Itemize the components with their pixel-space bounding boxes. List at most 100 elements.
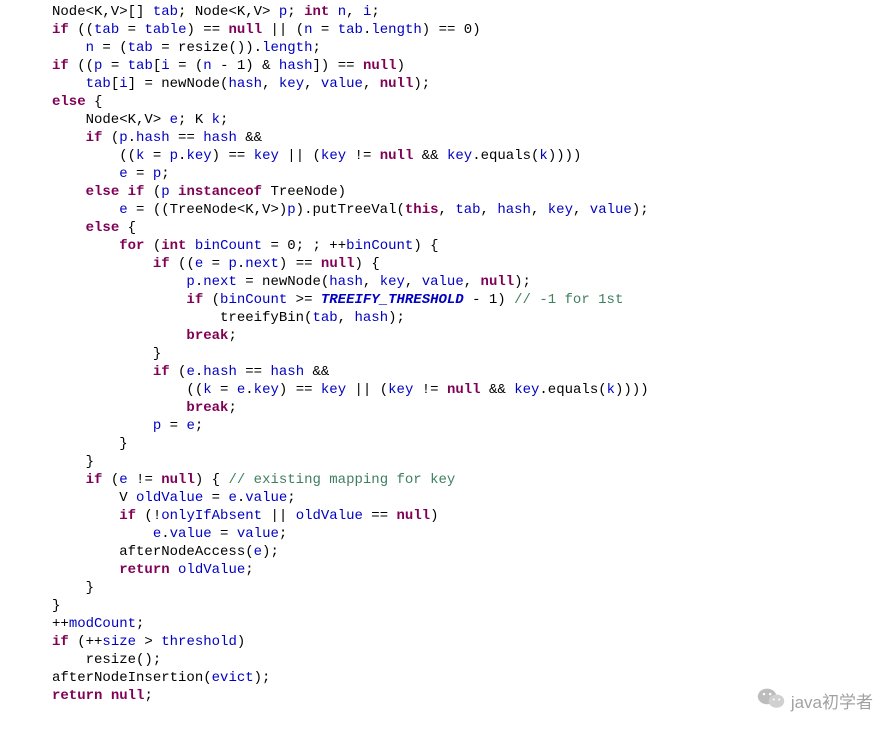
- code-token: p: [119, 130, 127, 146]
- code-token: n: [86, 40, 94, 56]
- code-token: !=: [413, 382, 447, 398]
- code-token: {: [86, 94, 103, 110]
- code-token: ) ==: [279, 382, 321, 398]
- code-token: ): [397, 58, 405, 74]
- code-token: p: [153, 166, 161, 182]
- code-token: key: [514, 382, 539, 398]
- code-token: ;: [161, 166, 169, 182]
- code-token: (: [102, 472, 119, 488]
- code-token: break: [186, 400, 228, 416]
- code-token: =: [161, 418, 186, 434]
- code-token: ) {: [195, 472, 229, 488]
- code-token: else if: [86, 184, 145, 200]
- code-token: ,: [439, 202, 456, 218]
- code-token: p: [161, 184, 169, 200]
- code-token: null: [363, 58, 397, 74]
- code-token: ): [237, 634, 245, 650]
- code-token: [52, 184, 86, 200]
- code-token: ,: [262, 76, 279, 92]
- code-token: null: [161, 472, 195, 488]
- code-token: (: [102, 130, 119, 146]
- code-token: =: [203, 490, 228, 506]
- code-token: &&: [237, 130, 262, 146]
- code-token: ; K: [178, 112, 212, 128]
- code-token: ;: [312, 40, 320, 56]
- code-token: p: [287, 202, 295, 218]
- code-token: if: [52, 22, 69, 38]
- code-token: )))): [548, 148, 582, 164]
- code-token: }: [52, 580, 94, 596]
- code-token: key: [380, 274, 405, 290]
- code-token: p: [153, 418, 161, 434]
- code-token: k: [203, 382, 211, 398]
- code-token: threshold: [161, 634, 237, 650]
- code-token: hash: [203, 130, 237, 146]
- code-token: tab: [312, 310, 337, 326]
- code-token: // existing mapping for key: [228, 472, 455, 488]
- code-token: .: [195, 364, 203, 380]
- code-token: hash: [497, 202, 531, 218]
- code-token: [52, 166, 119, 182]
- code-token: e: [119, 202, 127, 218]
- code-token: e: [119, 472, 127, 488]
- code-token: = ((TreeNode<K,V>): [128, 202, 288, 218]
- code-token: [329, 4, 337, 20]
- code-token: - 1): [464, 292, 514, 308]
- code-token: ,: [363, 274, 380, 290]
- code-token: if: [86, 130, 103, 146]
- code-token: oldValue: [296, 508, 363, 524]
- code-token: key: [321, 148, 346, 164]
- code-token: ) {: [355, 256, 380, 272]
- code-token: n: [304, 22, 312, 38]
- code-token: ,: [405, 274, 422, 290]
- code-token: [102, 688, 110, 704]
- code-token: >: [136, 634, 161, 650]
- code-token: tab: [94, 22, 119, 38]
- code-token: ): [430, 508, 438, 524]
- code-token: e: [195, 256, 203, 272]
- code-token: oldValue: [178, 562, 245, 578]
- code-token: ) ==: [186, 22, 228, 38]
- code-token: !=: [128, 472, 162, 488]
- code-token: n: [338, 4, 346, 20]
- code-token: p: [186, 274, 194, 290]
- code-token: ;: [195, 418, 203, 434]
- code-token: ((: [69, 22, 94, 38]
- code-token: binCount: [195, 238, 262, 254]
- code-token: [52, 292, 186, 308]
- code-token: hash: [203, 364, 237, 380]
- code-token: ;: [279, 526, 287, 542]
- code-token: [52, 508, 119, 524]
- code-token: tab: [338, 22, 363, 38]
- code-token: ,: [573, 202, 590, 218]
- code-token: null: [380, 148, 414, 164]
- code-token: [170, 562, 178, 578]
- code-token: = newNode(: [237, 274, 329, 290]
- code-token: size: [102, 634, 136, 650]
- code-token: [52, 472, 86, 488]
- code-token: if: [52, 634, 69, 650]
- code-token: .: [128, 130, 136, 146]
- wechat-icon: [757, 686, 791, 715]
- code-token: ==: [237, 364, 271, 380]
- code-token: value: [321, 76, 363, 92]
- code-token: [52, 526, 153, 542]
- code-token: if: [52, 58, 69, 74]
- code-token: ) {: [413, 238, 438, 254]
- code-token: ==: [170, 130, 204, 146]
- code-token: for: [119, 238, 144, 254]
- code-token: ++: [52, 616, 69, 632]
- code-token: hash: [270, 364, 304, 380]
- code-token: [52, 202, 119, 218]
- code-token: key: [254, 148, 279, 164]
- code-token: [52, 76, 86, 92]
- code-token: break: [186, 328, 228, 344]
- code-token: ,: [481, 202, 498, 218]
- code-token: [52, 562, 119, 578]
- code-token: e: [228, 490, 236, 506]
- code-token: evict: [212, 670, 254, 686]
- code-token: ,: [338, 310, 355, 326]
- code-token: [52, 238, 119, 254]
- code-token: || (: [279, 148, 321, 164]
- code-token: = (: [94, 40, 128, 56]
